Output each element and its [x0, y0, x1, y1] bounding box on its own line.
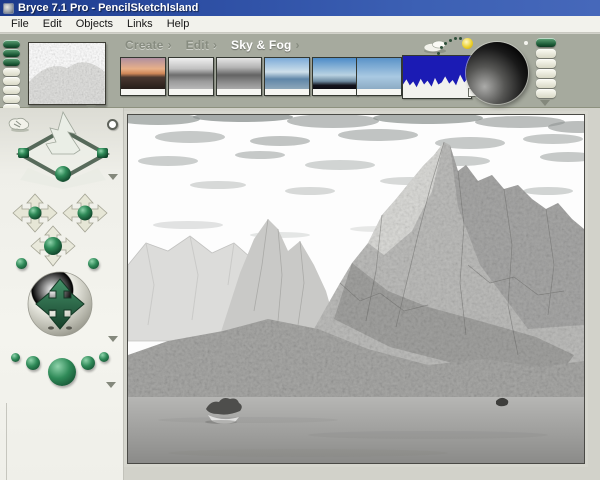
sidebar-seam [6, 403, 7, 480]
menu-file[interactable]: File [4, 17, 36, 31]
left-pill-button-1[interactable] [3, 40, 20, 48]
preset-strip [313, 89, 357, 95]
sun-trail-dot [444, 42, 447, 45]
render-control-sphere[interactable] [26, 356, 40, 370]
camera-control-sidebar [0, 108, 124, 480]
render-control-sphere[interactable] [48, 358, 76, 386]
sky-preset-sunset[interactable] [120, 57, 166, 96]
trackball-marker-dot [524, 41, 528, 45]
left-pill-button-4[interactable] [3, 68, 20, 76]
right-pill-button-1[interactable] [536, 38, 556, 47]
preset-image [121, 58, 165, 89]
window-title: Bryce 7.1 Pro - PencilSketchIsland [18, 2, 199, 14]
tab-edit[interactable]: Edit › [186, 38, 217, 52]
sun-trail-dot [454, 37, 457, 40]
preset-image [313, 58, 357, 89]
right-pill-button-3[interactable] [536, 59, 556, 68]
sun-icon[interactable] [462, 38, 473, 49]
right-flyout-triangle-icon[interactable] [540, 100, 550, 106]
sky-preset-custom-histogram[interactable] [402, 55, 472, 99]
preset-image [265, 58, 309, 89]
right-pill-button-2[interactable] [536, 49, 556, 58]
camera-control-ball[interactable] [88, 258, 99, 269]
render-control-sphere[interactable] [11, 353, 20, 362]
flyout-triangle-icon[interactable] [108, 336, 118, 342]
sun-trail-dot [440, 46, 443, 49]
preset-strip [217, 89, 261, 95]
sky-fog-toolbar: Create › Edit › Sky & Fog › [0, 34, 600, 112]
render-viewport[interactable] [124, 111, 588, 467]
preset-image [217, 58, 261, 89]
sun-trail-dot [449, 39, 452, 42]
sky-preset-storm[interactable] [312, 57, 358, 96]
chevron-right-icon: › [213, 38, 218, 52]
camera-pan-cross[interactable] [30, 225, 76, 267]
menu-links[interactable]: Links [120, 17, 160, 31]
preset-strip [265, 89, 309, 95]
sun-trail-dot [459, 37, 462, 40]
sky-preset-blue-haze[interactable] [264, 57, 310, 96]
preset-strip [169, 89, 213, 95]
right-pill-button-5[interactable] [536, 79, 556, 88]
title-bar[interactable]: Bryce 7.1 Pro - PencilSketchIsland [0, 0, 600, 16]
sky-preset-gray-b[interactable] [216, 57, 262, 96]
nano-preview[interactable] [28, 42, 106, 105]
left-pill-button-5[interactable] [3, 77, 20, 85]
mode-tabs: Create › Edit › Sky & Fog › [125, 37, 314, 53]
bryce-app-icon [3, 2, 14, 14]
render-control-sphere[interactable] [81, 356, 95, 370]
terrain-view-control[interactable] [16, 110, 110, 190]
preset-strip [357, 89, 401, 95]
render-control-sphere[interactable] [99, 352, 109, 362]
chevron-right-icon: › [167, 38, 172, 52]
left-pill-button-2[interactable] [3, 49, 20, 57]
left-pill-button-6[interactable] [3, 86, 20, 94]
right-pill-button-4[interactable] [536, 69, 556, 78]
sky-preset-clear-blue[interactable] [356, 57, 402, 96]
bryce-window: Bryce 7.1 Pro - PencilSketchIsland File … [0, 0, 600, 480]
preset-image [169, 58, 213, 89]
right-pill-button-6[interactable] [536, 89, 556, 98]
flyout-triangle-icon[interactable] [108, 174, 118, 180]
left-pill-button-3[interactable] [3, 58, 20, 66]
menu-help[interactable]: Help [160, 17, 197, 31]
menu-edit[interactable]: Edit [36, 17, 69, 31]
preset-strip [121, 89, 165, 95]
tab-sky-fog[interactable]: Sky & Fog › [231, 38, 299, 52]
rendered-scene [128, 115, 584, 463]
camera-trackball[interactable] [27, 271, 93, 337]
menu-objects[interactable]: Objects [69, 17, 120, 31]
menu-bar: File Edit Objects Links Help [0, 16, 600, 33]
sun-position-trackball[interactable] [466, 42, 528, 104]
camera-control-ball[interactable] [16, 258, 27, 269]
flyout-triangle-icon[interactable] [106, 382, 116, 388]
tab-create[interactable]: Create › [125, 38, 172, 52]
preset-image [357, 58, 401, 89]
sun-trail-dot [437, 52, 440, 55]
left-pill-button-7[interactable] [3, 95, 20, 103]
chevron-right-icon: › [295, 38, 300, 52]
sky-preset-gray-a[interactable] [168, 57, 214, 96]
